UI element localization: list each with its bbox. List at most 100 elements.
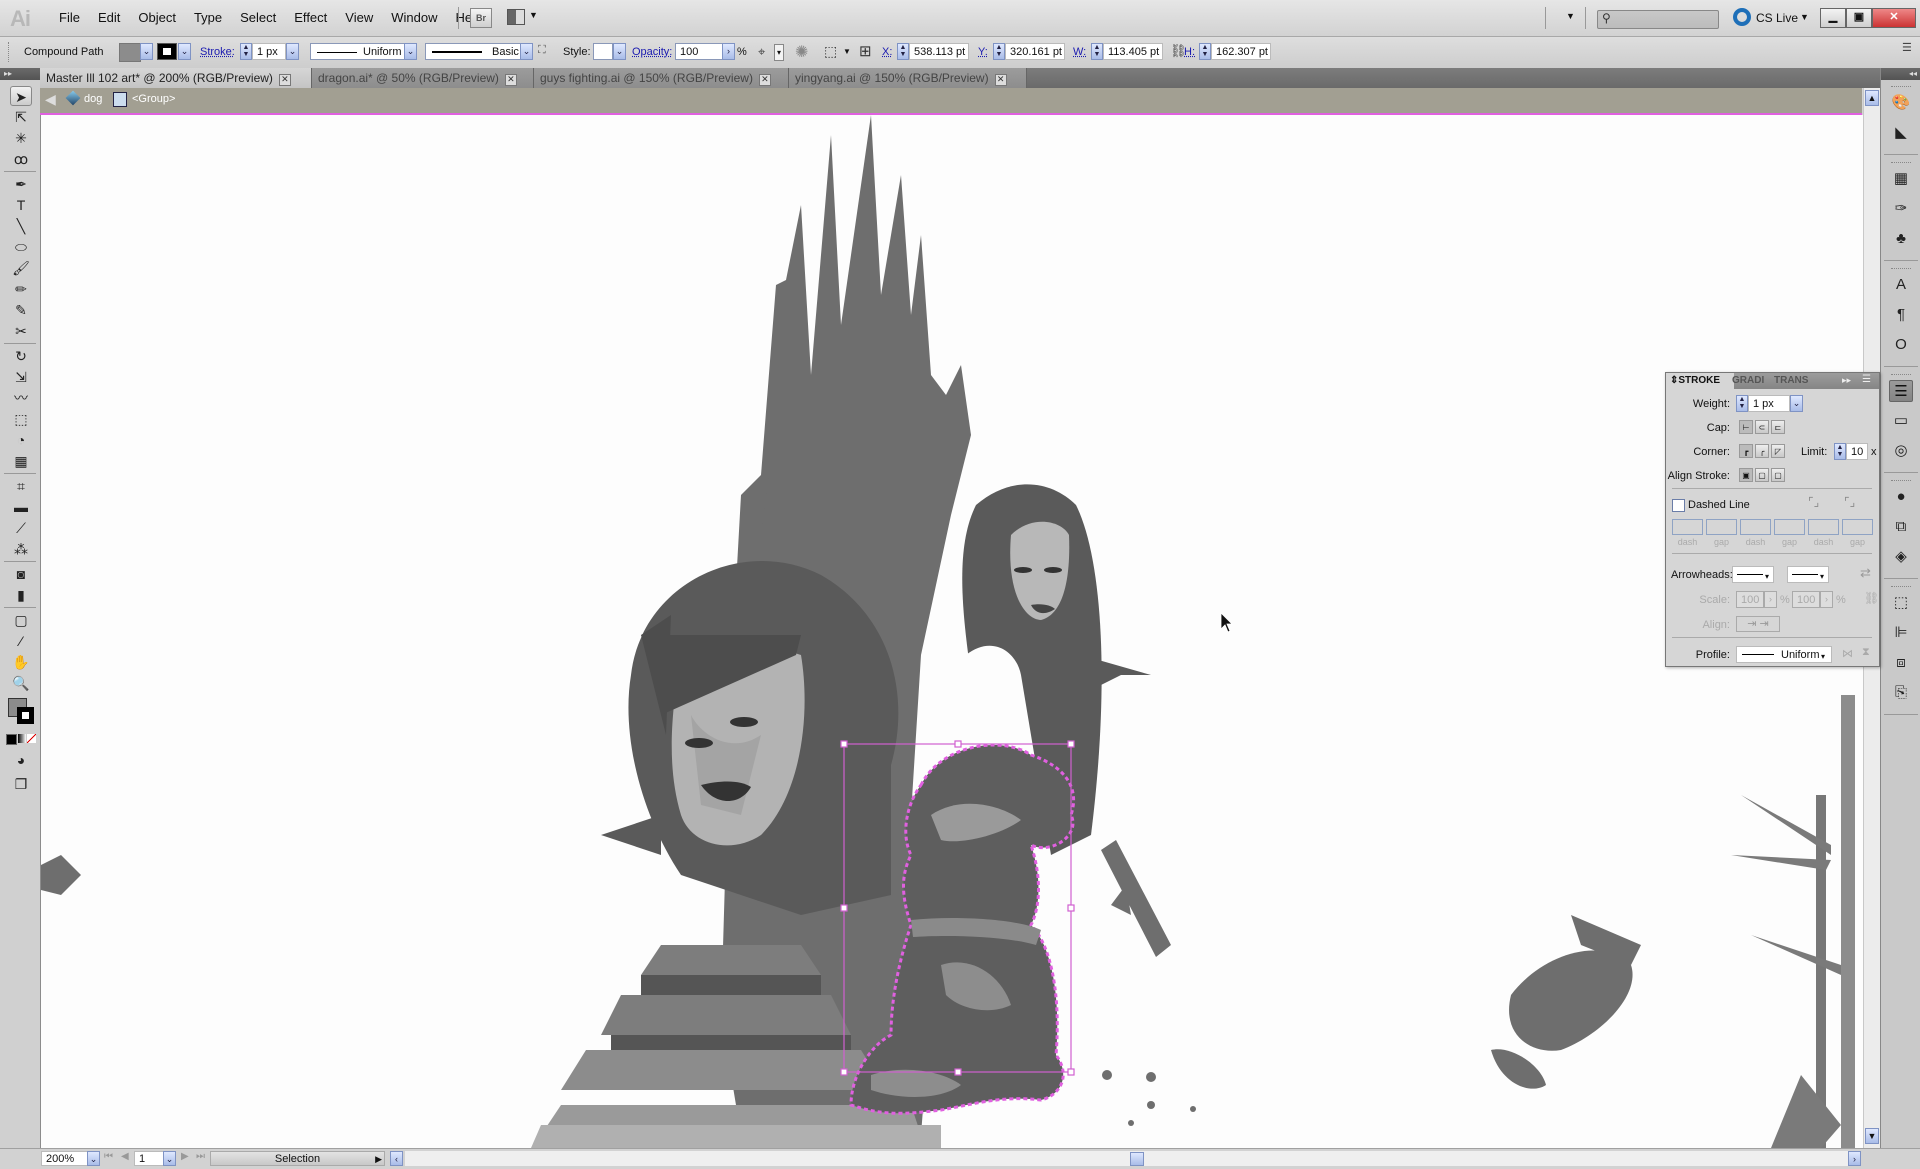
stroke-dropdown[interactable]: ⌄ bbox=[178, 43, 191, 60]
profile-select[interactable]: Uniform ▾ bbox=[1736, 646, 1832, 663]
gradient-mode-icon[interactable] bbox=[17, 734, 27, 743]
eyedropper-tool[interactable]: ⟋ bbox=[10, 518, 32, 538]
dock-group-grip[interactable] bbox=[1891, 268, 1911, 271]
swatches-panel-button[interactable]: ▦ bbox=[1889, 168, 1913, 190]
character-panel-button[interactable]: A bbox=[1889, 274, 1913, 296]
profile-dropdown[interactable]: ⌄ bbox=[404, 43, 417, 60]
y-position-field[interactable]: 320.161 pt bbox=[1005, 43, 1065, 60]
type-tool[interactable]: T bbox=[10, 195, 32, 215]
appearance-panel-button[interactable]: ● bbox=[1889, 486, 1913, 508]
search-input[interactable]: ⚲ bbox=[1597, 10, 1719, 29]
close-tab-icon[interactable]: ✕ bbox=[994, 74, 1007, 86]
close-button[interactable]: ✕ bbox=[1872, 8, 1916, 28]
scroll-right-button[interactable]: › bbox=[1848, 1151, 1861, 1166]
breadcrumb-layer[interactable]: dog bbox=[84, 93, 102, 105]
arrow-align-buttons[interactable]: ⇥ ⇥ bbox=[1736, 616, 1780, 632]
fill-stroke-swatches[interactable] bbox=[8, 698, 36, 726]
weight-stepper[interactable]: ▲ ▼ bbox=[1736, 395, 1748, 412]
align-outside-button[interactable]: ▢ bbox=[1771, 468, 1785, 482]
artboards-panel-button[interactable]: ⎘ bbox=[1889, 682, 1913, 704]
artboard-tool[interactable]: ▢ bbox=[10, 610, 32, 630]
maximize-button[interactable]: ▣ bbox=[1846, 8, 1872, 28]
pen-tool[interactable]: ✒ bbox=[10, 174, 32, 194]
end-scale-field[interactable]: 100 bbox=[1792, 591, 1820, 608]
dash-field-3[interactable] bbox=[1808, 519, 1839, 535]
flip-across-icon[interactable]: ⧗ bbox=[1862, 646, 1870, 659]
start-scale-field[interactable]: 100 bbox=[1736, 591, 1764, 608]
rotate-tool[interactable]: ↻ bbox=[10, 346, 32, 366]
end-scale-slider[interactable]: › bbox=[1820, 591, 1833, 608]
limit-field[interactable]: 10 bbox=[1846, 443, 1868, 460]
tab-gradient[interactable]: GRADI bbox=[1728, 373, 1768, 389]
zoom-level-field[interactable]: 200% bbox=[41, 1151, 88, 1166]
brush-definition-select[interactable]: Basic bbox=[425, 43, 530, 60]
expand-panel-icon[interactable]: ▸▸ bbox=[1842, 375, 1851, 386]
zoom-dropdown[interactable]: ⌄ bbox=[87, 1151, 100, 1166]
brushes-panel-button[interactable]: ✑ bbox=[1889, 198, 1913, 220]
weight-field[interactable]: 1 px bbox=[1748, 395, 1790, 412]
swap-arrowheads-icon[interactable]: ⇄ bbox=[1860, 565, 1871, 581]
isolate-group-icon[interactable]: ⛶ bbox=[538, 44, 546, 57]
x-stepper[interactable]: ▲ ▼ bbox=[897, 43, 909, 60]
align-panel-button[interactable]: ⊫ bbox=[1889, 622, 1913, 644]
symbols-panel-button[interactable]: ♣ bbox=[1889, 228, 1913, 250]
status-info-display[interactable]: Selection ▶ bbox=[210, 1151, 385, 1166]
round-cap-button[interactable]: ⊂ bbox=[1755, 420, 1769, 434]
color-mode-icon[interactable] bbox=[6, 734, 17, 745]
tab-guys-fighting[interactable]: guys fighting.ai @ 150% (RGB/Preview) ✕ bbox=[534, 68, 789, 88]
layers-panel-button[interactable]: ◈ bbox=[1889, 546, 1913, 568]
start-scale-slider[interactable]: › bbox=[1764, 591, 1777, 608]
start-arrowhead-select[interactable]: ▾ bbox=[1732, 566, 1774, 583]
selection-tool[interactable]: ➤ bbox=[10, 86, 32, 106]
edit-envelope-icon[interactable]: ⬚ bbox=[824, 43, 837, 60]
stroke-weight-dropdown[interactable]: ⌄ bbox=[286, 43, 299, 60]
opentype-panel-button[interactable]: O bbox=[1889, 334, 1913, 356]
pencil-tool[interactable]: ✏ bbox=[10, 279, 32, 299]
blend-tool[interactable]: ⁂ bbox=[10, 539, 32, 559]
scissors-tool[interactable]: ✂ bbox=[10, 321, 32, 341]
perspective-grid-tool[interactable]: ▦ bbox=[10, 451, 32, 471]
color-guide-panel-button[interactable]: ◣ bbox=[1889, 122, 1913, 144]
menu-type[interactable]: Type bbox=[185, 10, 231, 25]
preserve-dash-icon[interactable]: ⌜⌟ bbox=[1808, 495, 1819, 509]
pathfinder-panel-button[interactable]: ⧈ bbox=[1889, 652, 1913, 674]
artboard-dropdown[interactable]: ⌄ bbox=[163, 1151, 176, 1166]
gap-field-3[interactable] bbox=[1842, 519, 1873, 535]
flip-along-icon[interactable]: ⋈ bbox=[1842, 647, 1853, 660]
tab-stroke[interactable]: ⇕STROKE bbox=[1666, 373, 1734, 389]
breadcrumb-group[interactable]: <Group> bbox=[132, 93, 175, 105]
recolor-artwork-icon[interactable]: ⌖ bbox=[758, 44, 765, 60]
close-tab-icon[interactable]: ✕ bbox=[278, 74, 291, 86]
round-join-button[interactable]: ╭ bbox=[1755, 444, 1769, 458]
align-inside-button[interactable]: ▢ bbox=[1755, 468, 1769, 482]
tab-master-ill[interactable]: Master Ill 102 art* @ 200% (RGB/Preview)… bbox=[40, 68, 312, 88]
stroke-weight-field[interactable]: 1 px bbox=[252, 43, 286, 60]
color-panel-panel-button[interactable]: 🎨 bbox=[1889, 92, 1913, 114]
opacity-field[interactable]: 100 bbox=[675, 43, 723, 60]
scroll-down-button[interactable]: ▼ bbox=[1865, 1128, 1879, 1144]
collapse-dock-button[interactable]: ◂◂ bbox=[1881, 68, 1920, 80]
end-arrowhead-select[interactable]: ▾ bbox=[1787, 566, 1829, 583]
horizontal-scroll-thumb[interactable] bbox=[1130, 1152, 1144, 1166]
line-segment-tool[interactable]: ╲ bbox=[10, 216, 32, 236]
dock-group-grip[interactable] bbox=[1891, 374, 1911, 377]
fill-swatch[interactable] bbox=[119, 43, 141, 62]
miter-join-button[interactable]: ┏ bbox=[1739, 444, 1753, 458]
height-field[interactable]: 162.307 pt bbox=[1211, 43, 1271, 60]
gap-field-1[interactable] bbox=[1706, 519, 1737, 535]
drawing-mode-button[interactable]: ◕ bbox=[10, 750, 32, 770]
close-tab-icon[interactable]: ✕ bbox=[758, 74, 771, 86]
reference-point-icon[interactable]: ⊞ bbox=[859, 42, 872, 60]
dashed-line-checkbox[interactable] bbox=[1672, 499, 1685, 512]
stroke-panel-button[interactable]: ☰ bbox=[1889, 380, 1913, 402]
stroke-panel-link[interactable]: Stroke: bbox=[200, 46, 235, 58]
gap-field-2[interactable] bbox=[1774, 519, 1805, 535]
tab-transparency[interactable]: TRANS bbox=[1770, 373, 1812, 389]
menu-effect[interactable]: Effect bbox=[285, 10, 336, 25]
shape-builder-tool[interactable]: ◔ bbox=[10, 430, 32, 450]
first-artboard-button[interactable]: ⏮ bbox=[104, 1151, 113, 1162]
menu-select[interactable]: Select bbox=[231, 10, 285, 25]
collapse-toolbar-button[interactable]: ▸▸ bbox=[0, 68, 40, 80]
envelope-options-icon[interactable]: ✺ bbox=[795, 42, 808, 62]
dock-group-grip[interactable] bbox=[1891, 480, 1911, 483]
